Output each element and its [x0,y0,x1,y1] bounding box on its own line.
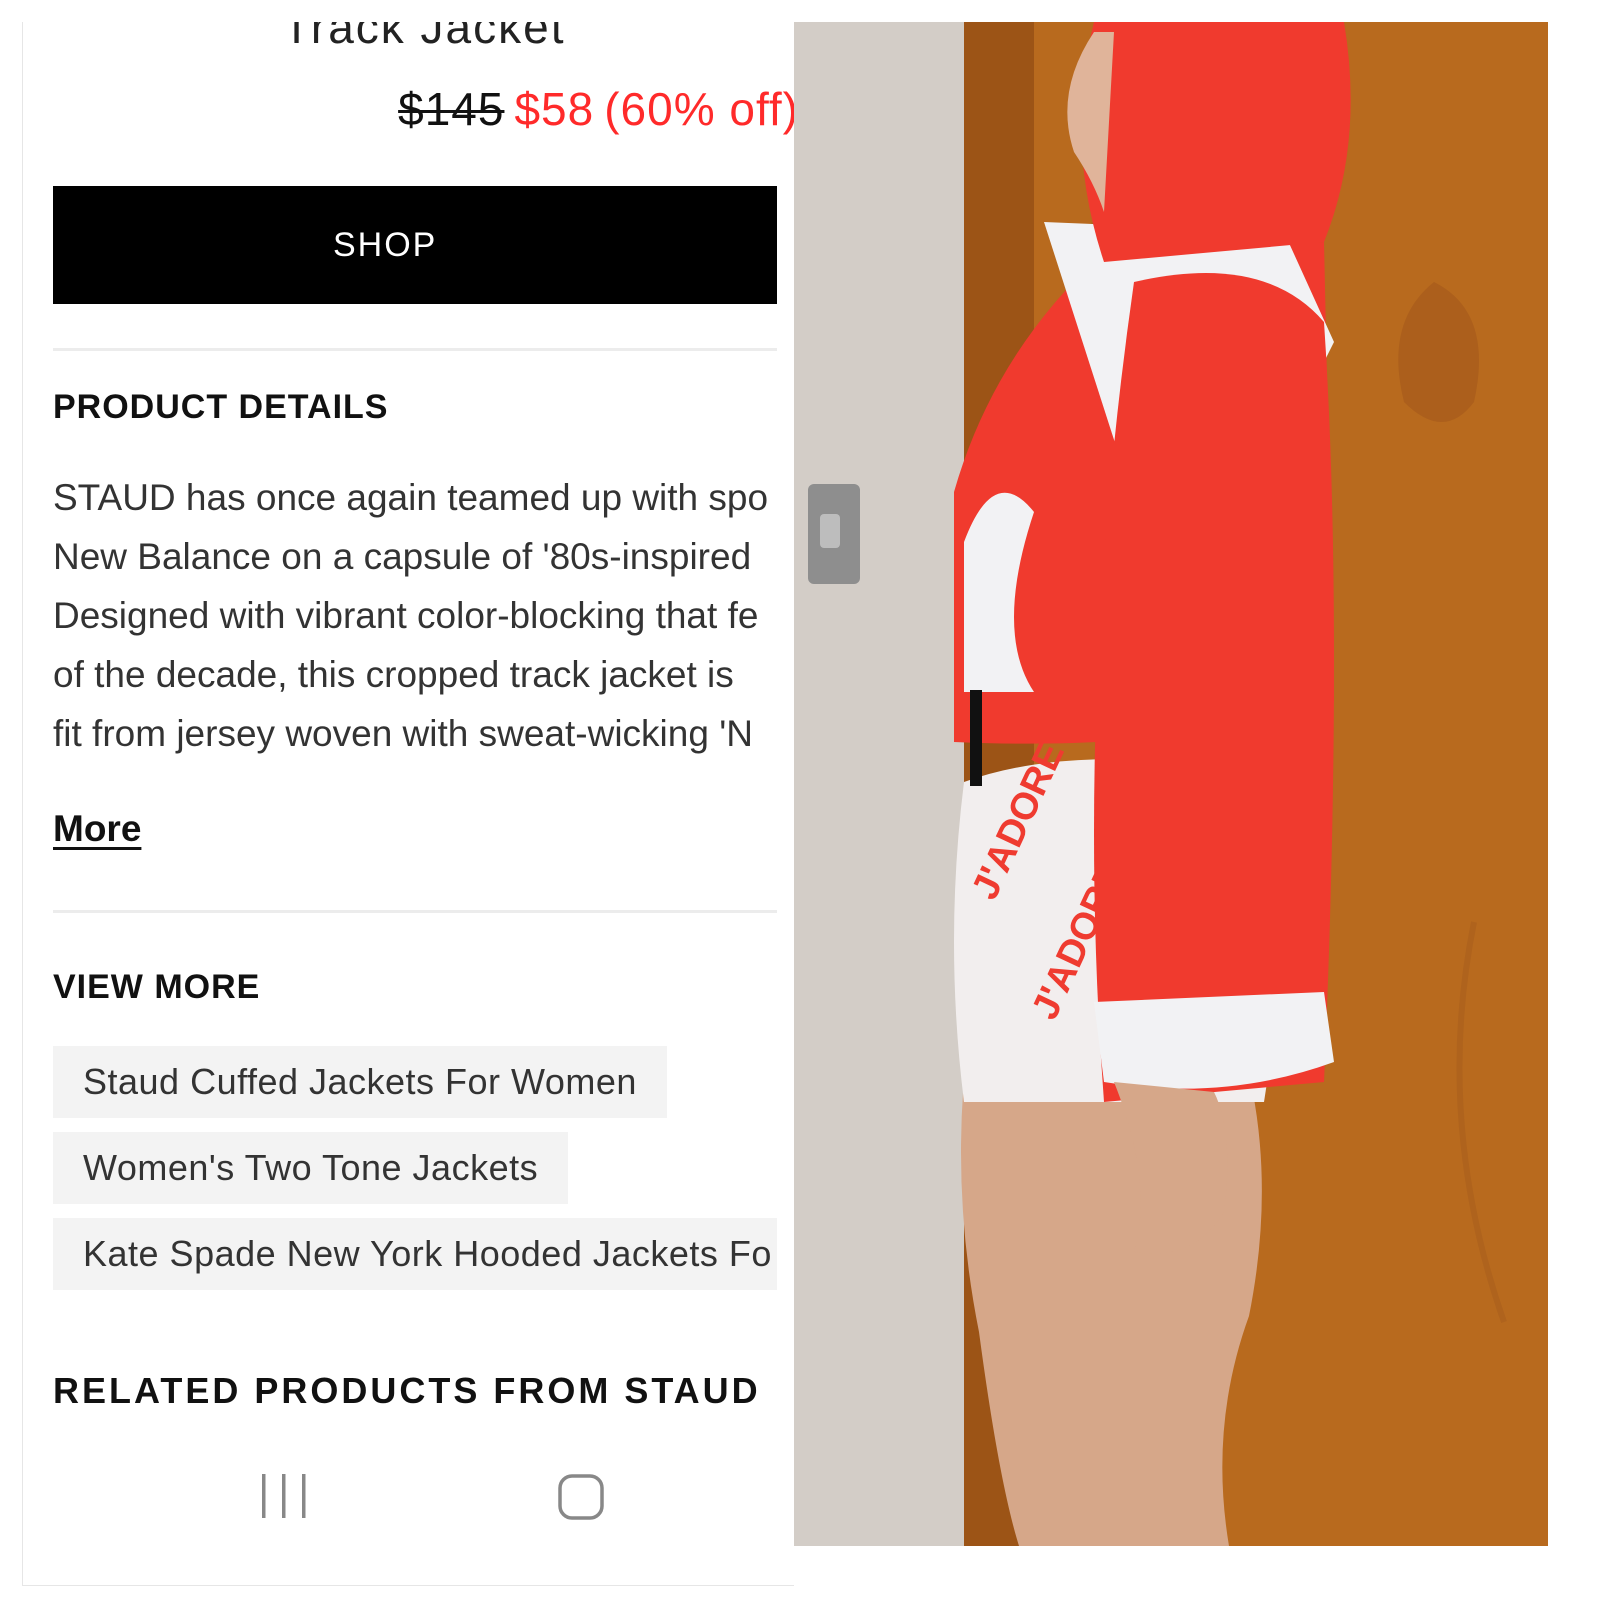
description-line: Designed with vibrant color-blocking tha… [53,595,759,636]
description-line: fit from jersey woven with sweat-wicking… [53,713,753,754]
product-description: STAUD has once again teamed up with spo … [53,468,777,763]
photo-person-red-track-jacket: J'ADORE J'ADORE [794,22,1548,1546]
price-row: $145 $58 (60% off) [398,82,794,136]
product-page-screenshot: Track Jacket $145 $58 (60% off) SHOP PRODU… [22,22,794,1586]
price-original: $145 [398,83,505,135]
recent-apps-icon[interactable] [261,1474,307,1518]
description-line: STAUD has once again teamed up with spo [53,477,769,518]
more-link[interactable]: More [53,808,141,850]
shop-button[interactable]: SHOP [53,186,777,304]
product-details-heading: PRODUCT DETAILS [53,388,389,426]
divider [53,348,777,351]
view-more-heading: VIEW MORE [53,968,261,1006]
view-more-chip[interactable]: Women's Two Tone Jackets [53,1132,569,1204]
description-line: of the decade, this cropped track jacket… [53,654,734,695]
divider [53,910,777,913]
home-icon[interactable] [558,1474,604,1520]
product-title: Track Jacket [282,22,566,53]
price-sale: $58 [514,83,595,135]
related-products-heading: RELATED PRODUCTS FROM STAUD [53,1370,761,1411]
product-photo: J'ADORE J'ADORE [794,22,1548,1546]
description-line: New Balance on a capsule of '80s-inspire… [53,536,752,577]
price-discount: (60% off) [604,83,794,135]
view-more-chip[interactable]: Staud Cuffed Jackets For Women [53,1046,667,1118]
view-more-chip[interactable]: Kate Spade New York Hooded Jackets Fo [53,1218,777,1290]
product-page-content: Track Jacket $145 $58 (60% off) SHOP PRODU… [53,22,794,1585]
